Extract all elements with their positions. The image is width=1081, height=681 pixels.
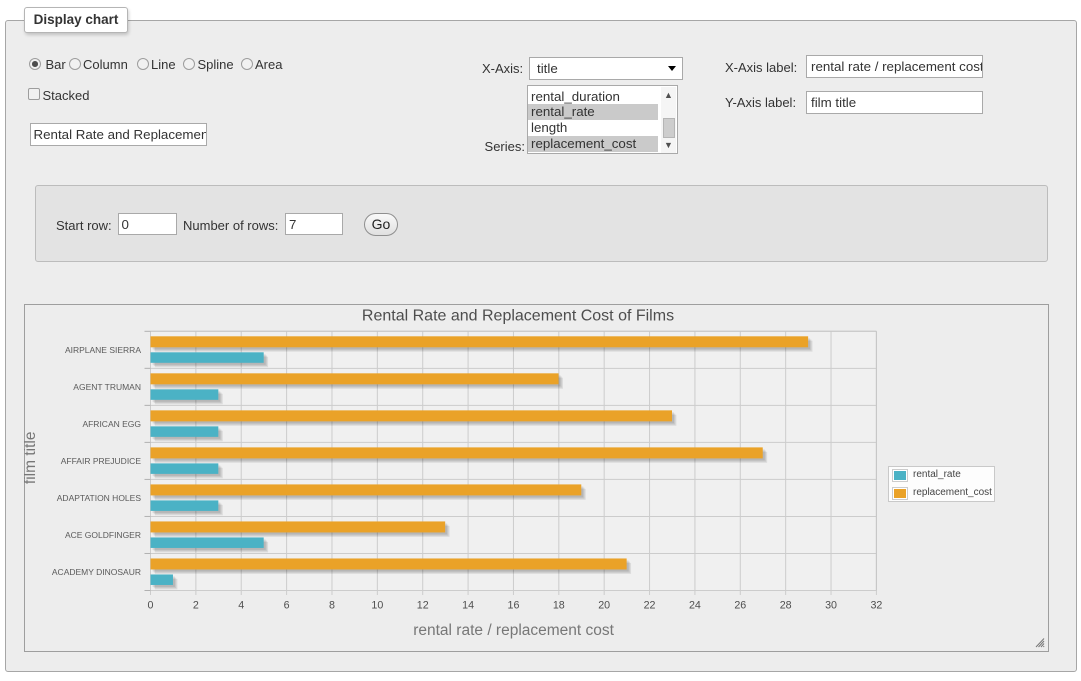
svg-text:AFRICAN EGG: AFRICAN EGG (82, 419, 141, 429)
svg-text:18: 18 (553, 599, 565, 611)
svg-text:16: 16 (508, 599, 520, 611)
svg-text:2: 2 (193, 599, 199, 611)
svg-text:ADAPTATION HOLES: ADAPTATION HOLES (57, 493, 142, 503)
svg-text:26: 26 (734, 599, 746, 611)
svg-text:ACADEMY DINOSAUR: ACADEMY DINOSAUR (52, 567, 141, 577)
svg-text:Rental Rate and Replacement Co: Rental Rate and Replacement Cost of Film… (362, 308, 674, 325)
svg-text:30: 30 (825, 599, 837, 611)
svg-text:14: 14 (462, 599, 474, 611)
svg-text:4: 4 (238, 599, 244, 611)
svg-text:28: 28 (780, 599, 792, 611)
svg-text:8: 8 (329, 599, 335, 611)
svg-text:film title: film title (24, 432, 39, 485)
svg-text:24: 24 (689, 599, 701, 611)
svg-text:0: 0 (148, 599, 154, 611)
svg-text:AGENT TRUMAN: AGENT TRUMAN (73, 382, 141, 392)
svg-text:12: 12 (417, 599, 429, 611)
svg-text:AIRPLANE SIERRA: AIRPLANE SIERRA (65, 345, 141, 355)
svg-text:20: 20 (598, 599, 610, 611)
svg-text:AFFAIR PREJUDICE: AFFAIR PREJUDICE (61, 456, 142, 466)
svg-text:rental rate / replacement cost: rental rate / replacement cost (413, 622, 614, 639)
svg-text:32: 32 (870, 599, 882, 611)
svg-text:ACE GOLDFINGER: ACE GOLDFINGER (65, 530, 141, 540)
svg-text:10: 10 (371, 599, 383, 611)
svg-text:6: 6 (284, 599, 290, 611)
svg-text:22: 22 (644, 599, 656, 611)
